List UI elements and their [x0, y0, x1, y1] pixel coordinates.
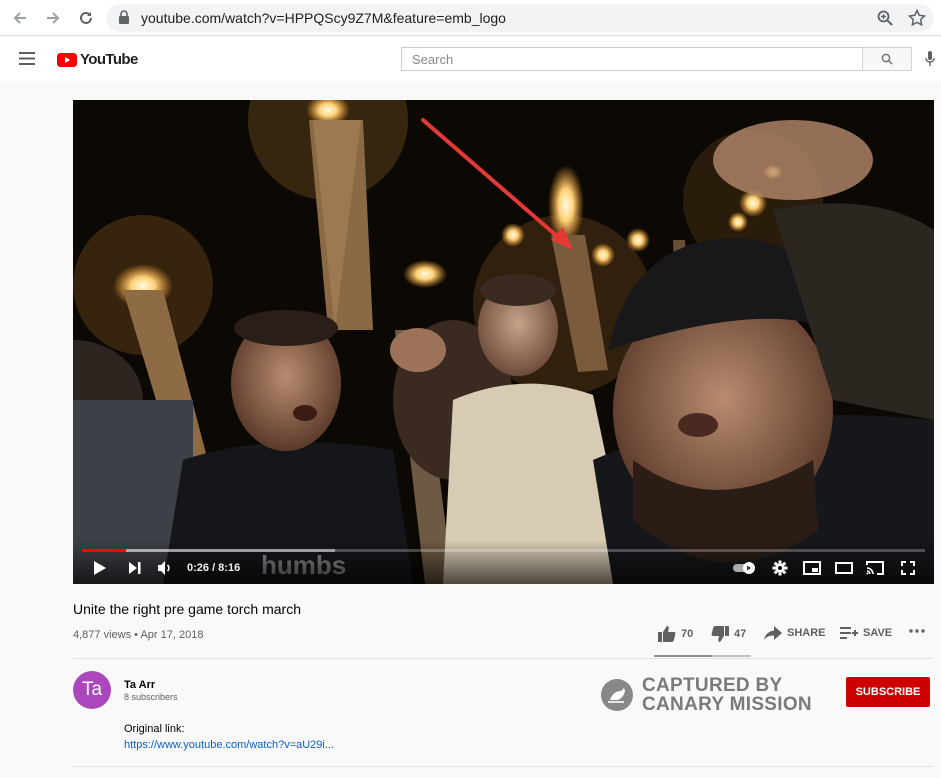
- save-label: SAVE: [863, 627, 893, 639]
- watermark-line1: CAPTURED BY: [642, 675, 783, 696]
- subscriber-count: 8 subscribers: [124, 692, 178, 702]
- next-icon[interactable]: [127, 559, 143, 577]
- save-button[interactable]: SAVE: [840, 626, 892, 640]
- watermark-line2: CANARY MISSION: [642, 694, 812, 715]
- search-button[interactable]: [862, 47, 912, 71]
- miniplayer-icon[interactable]: [802, 559, 822, 577]
- like-count: 70: [681, 628, 694, 640]
- volume-icon[interactable]: [156, 559, 174, 577]
- video-title: Unite the right pre game torch march: [73, 601, 301, 617]
- cast-icon[interactable]: [865, 559, 885, 577]
- settings-icon[interactable]: [771, 559, 789, 577]
- youtube-play-logo-icon: [57, 52, 77, 67]
- avatar[interactable]: Ta: [73, 671, 111, 709]
- divider: [73, 766, 933, 767]
- like-button[interactable]: 70: [658, 626, 693, 642]
- sentiment-bar: [654, 655, 751, 657]
- dislike-count: 47: [734, 628, 747, 640]
- share-icon: [764, 626, 782, 640]
- autoplay-toggle-icon[interactable]: [733, 559, 757, 577]
- description-text: Original link:: [124, 723, 185, 735]
- time-display: 0:26 / 8:16: [187, 562, 241, 574]
- share-label: SHARE: [787, 627, 826, 639]
- view-count-date: 4,877 views • Apr 17, 2018: [73, 629, 204, 641]
- youtube-header: YouTube: [0, 37, 941, 81]
- play-icon[interactable]: [92, 559, 108, 577]
- thumbs-up-icon: [658, 626, 676, 642]
- canary-mission-watermark: CAPTURED BY CANARY MISSION: [600, 676, 812, 714]
- search-icon: [881, 53, 893, 65]
- watermark-text: CAPTURED BY CANARY MISSION: [642, 676, 812, 714]
- forward-icon[interactable]: [41, 6, 65, 30]
- lock-icon[interactable]: [118, 10, 130, 29]
- bookmark-star-icon[interactable]: [907, 8, 927, 32]
- logo-text: YouTube: [80, 51, 138, 68]
- video-player[interactable]: humbs 0:26 / 8:16: [73, 100, 934, 584]
- video-frame: humbs: [73, 100, 934, 584]
- youtube-logo[interactable]: YouTube: [57, 51, 138, 68]
- address-bar[interactable]: youtube.com/watch?v=HPPQScy9Z7M&feature=…: [106, 4, 934, 32]
- search-input[interactable]: [402, 48, 862, 70]
- channel-name[interactable]: Ta Arr: [124, 679, 155, 691]
- url-text[interactable]: youtube.com/watch?v=HPPQScy9Z7M&feature=…: [141, 10, 506, 26]
- add-to-playlist-icon: [840, 627, 858, 639]
- theater-icon[interactable]: [834, 559, 854, 577]
- menu-icon[interactable]: [19, 52, 35, 70]
- progress-bar[interactable]: [82, 549, 925, 552]
- search-box[interactable]: [401, 47, 863, 71]
- canary-bird-icon: [601, 679, 633, 711]
- fullscreen-icon[interactable]: [899, 559, 917, 577]
- more-actions-icon[interactable]: [909, 628, 925, 634]
- sentiment-bar-fill: [654, 655, 713, 657]
- thumbs-down-icon: [711, 626, 729, 642]
- back-icon[interactable]: [8, 6, 32, 30]
- played-bar: [82, 549, 126, 552]
- reload-icon[interactable]: [74, 6, 98, 30]
- share-button[interactable]: SHARE: [764, 626, 826, 640]
- subscribe-button[interactable]: SUBSCRIBE: [846, 677, 930, 707]
- description-link[interactable]: https://www.youtube.com/watch?v=aU29i...: [124, 739, 334, 751]
- divider: [73, 658, 933, 659]
- browser-toolbar: youtube.com/watch?v=HPPQScy9Z7M&feature=…: [0, 0, 941, 36]
- mic-icon[interactable]: [925, 51, 935, 72]
- zoom-icon[interactable]: [876, 9, 894, 32]
- dislike-button[interactable]: 47: [711, 626, 746, 642]
